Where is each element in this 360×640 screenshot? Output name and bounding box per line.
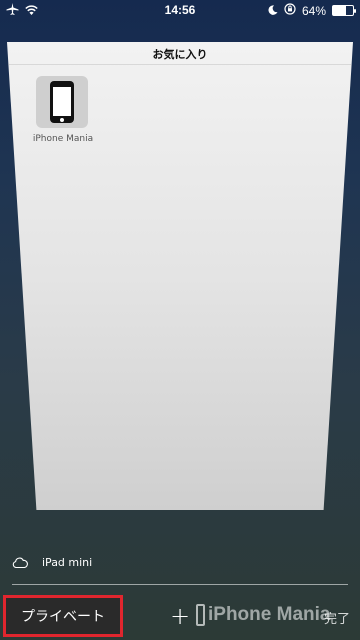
device-row[interactable]: iPad mini [12, 556, 92, 569]
iphone-home-button [60, 118, 64, 122]
plus-icon: + [169, 602, 191, 630]
iphone-screen [53, 87, 71, 116]
watermark-phone-icon [196, 604, 205, 626]
add-tab-button[interactable]: + [166, 602, 194, 630]
orientation-lock-icon [284, 3, 296, 18]
watermark-text: iPhone Mania [208, 604, 331, 625]
tab-title: お気に入り [152, 48, 208, 61]
moon-icon [268, 4, 278, 18]
watermark: iPhone Mania [196, 604, 330, 626]
tab-card[interactable]: お気に入り iPhone Mania [7, 42, 353, 510]
cloud-icon [12, 557, 28, 568]
bottom-toolbar: プライベート + iPhone Mania 完了 [0, 592, 360, 640]
private-button[interactable]: プライベート [3, 595, 123, 637]
favorite-tile[interactable] [36, 76, 88, 128]
battery-fill [333, 6, 346, 15]
done-button[interactable]: 完了 [324, 608, 350, 627]
battery-icon [332, 5, 356, 16]
iphone-icon [50, 81, 74, 123]
tab-title-divider [7, 64, 353, 65]
device-name: iPad mini [42, 556, 93, 569]
device-divider [12, 584, 348, 585]
battery-percent: 64% [301, 3, 326, 18]
status-bar: 14:56 64% [0, 0, 360, 22]
favorite-label[interactable]: iPhone Mania [25, 134, 101, 144]
status-right: 64% [268, 3, 356, 18]
